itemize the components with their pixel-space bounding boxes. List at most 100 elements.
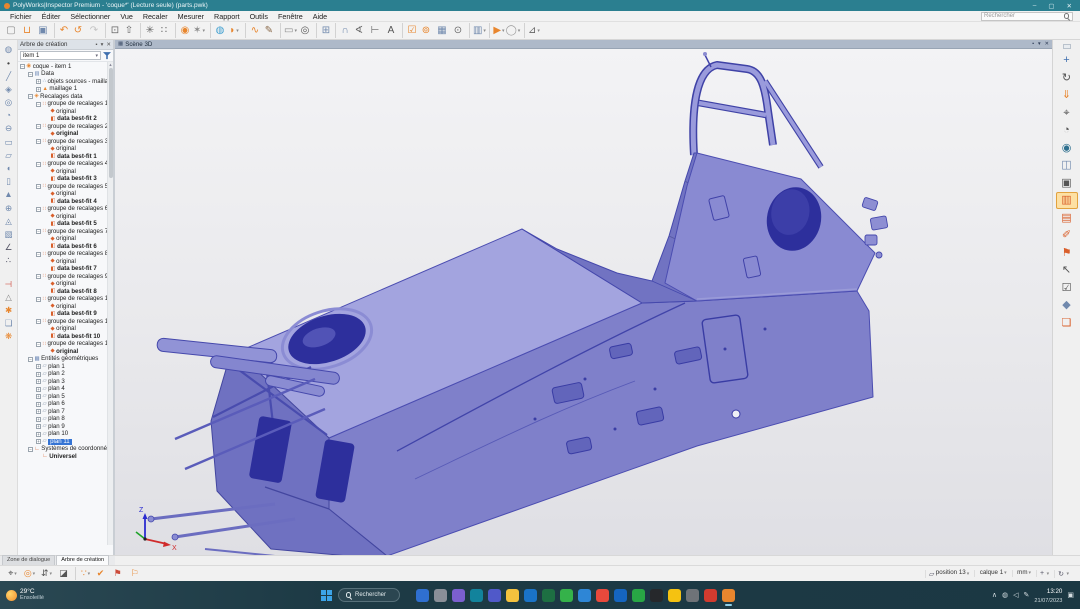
scrollbar-thumb[interactable] xyxy=(109,68,113,178)
app-gray[interactable] xyxy=(434,589,447,602)
refresh-select[interactable]: ↻ xyxy=(1054,570,1072,578)
scan[interactable]: ◗ xyxy=(226,23,242,38)
app-purple[interactable] xyxy=(452,589,465,602)
probe-device[interactable]: ⌖ xyxy=(4,567,21,580)
tree-item[interactable]: ◆ original xyxy=(18,281,113,289)
tab-zone-de-dialogue[interactable]: Zone de dialogue xyxy=(2,555,55,565)
note-edit[interactable]: ❏ xyxy=(1056,315,1078,332)
expand-toggle-icon[interactable]: − xyxy=(28,94,33,99)
units-select[interactable]: mm xyxy=(1012,570,1034,576)
tree-item[interactable]: + ▲ maillage 1 xyxy=(18,86,113,94)
probe[interactable]: ✳ xyxy=(140,23,156,38)
measure-angle[interactable]: ∢ xyxy=(351,23,367,38)
tree-item[interactable]: − ∷ groupe de recalages 8 xyxy=(18,251,113,259)
gear-tool[interactable]: ❋ xyxy=(1,330,16,343)
undo-history[interactable]: ↺ xyxy=(70,23,86,38)
app-edge[interactable] xyxy=(470,589,483,602)
monitor-check[interactable]: ☑ xyxy=(1056,280,1078,297)
airbrush-tool[interactable]: ◎ xyxy=(21,567,38,580)
tree-item[interactable]: ◧ data best-fit 5 xyxy=(18,221,113,229)
menu-editer[interactable]: Éditer xyxy=(37,12,66,21)
menu-mesurer[interactable]: Mesurer xyxy=(173,12,209,21)
new[interactable]: ▢ xyxy=(3,23,19,38)
app-polyworks[interactable] xyxy=(722,589,735,602)
angle-tool[interactable]: △ xyxy=(1,290,16,303)
flag-add[interactable]: ⚑ xyxy=(1056,245,1078,262)
screen-capture[interactable]: ▣ xyxy=(1056,175,1078,192)
tree-item[interactable]: ◧ data best-fit 7 xyxy=(18,266,113,274)
close-button[interactable]: ✕ xyxy=(1067,2,1072,10)
tree-item[interactable]: + ▱ plan 4 xyxy=(18,386,113,394)
menu-recaler[interactable]: Recaler xyxy=(138,12,173,21)
tray-volume[interactable]: ◁ xyxy=(1013,591,1018,599)
tree-item[interactable]: − ∷ groupe de recalages 10 xyxy=(18,296,113,304)
expand-toggle-icon[interactable]: + xyxy=(36,379,41,384)
tree-item[interactable]: − ∷ groupe de recalages 4 xyxy=(18,161,113,169)
tree-item[interactable]: ◆ original xyxy=(18,131,113,139)
scatter-tool[interactable]: ∴ xyxy=(1,254,16,267)
measure-points[interactable]: ∵ xyxy=(75,567,92,580)
import[interactable]: ⇧ xyxy=(121,23,137,38)
tree-item[interactable]: ◧ data best-fit 2 xyxy=(18,116,113,124)
scroll-up-icon[interactable]: ▲ xyxy=(109,62,113,67)
annotation-a[interactable]: A xyxy=(383,23,399,38)
expand-toggle-icon[interactable]: − xyxy=(36,139,41,144)
tree-item[interactable]: − ▤ Data xyxy=(18,71,113,79)
menu-aide[interactable]: Aide xyxy=(308,12,332,21)
tree-item[interactable]: + ▱ plan 7 xyxy=(18,408,113,416)
notification-bell-icon[interactable]: ▣ xyxy=(1067,591,1074,599)
tab-arbre-de-creation[interactable]: Arbre de création xyxy=(56,555,109,565)
expand-toggle-icon[interactable]: − xyxy=(28,447,33,452)
grid-table[interactable]: ▦ xyxy=(434,23,450,38)
surface[interactable]: ∩ xyxy=(335,23,351,38)
snapshot[interactable]: ⊙ xyxy=(450,23,466,38)
tree-item[interactable]: ◧ data best-fit 3 xyxy=(18,176,113,184)
tree-item[interactable]: ◆ original xyxy=(18,191,113,199)
search-input[interactable]: Rechercher xyxy=(981,12,1073,21)
expand-toggle-icon[interactable]: + xyxy=(36,432,41,437)
fit-view[interactable]: ⇓ xyxy=(1056,87,1078,104)
curve[interactable]: ∿ xyxy=(245,23,261,38)
expand-toggle-icon[interactable]: + xyxy=(36,409,41,414)
tree-item[interactable]: + ▱ plan 2 xyxy=(18,371,113,379)
save[interactable]: ▣ xyxy=(35,23,51,38)
app-gray-2[interactable] xyxy=(686,589,699,602)
sphere-tool[interactable]: ◍ xyxy=(1,43,16,56)
expand-toggle-icon[interactable]: − xyxy=(36,319,41,324)
tree-scrollbar[interactable]: ▲ xyxy=(107,62,113,545)
chart[interactable]: ⊿ xyxy=(524,23,540,38)
globe-tool[interactable]: ⊕ xyxy=(1,201,16,214)
cube-views[interactable]: ◫ xyxy=(1056,157,1078,174)
circle-tool[interactable]: ◎ xyxy=(1,96,16,109)
pin-tool[interactable]: ✱ xyxy=(1,304,16,317)
tree-item[interactable]: + ▱ plan 5 xyxy=(18,393,113,401)
app-green[interactable] xyxy=(560,589,573,602)
tray-chevron[interactable]: ∧ xyxy=(992,591,997,599)
app-outlook[interactable] xyxy=(614,589,627,602)
sculpt[interactable]: ◆ xyxy=(1056,297,1078,314)
tree-item[interactable]: − ◉ coque - item 1 xyxy=(18,63,113,71)
tree-item[interactable]: − ▦ Entités géométriques xyxy=(18,356,113,364)
zoom-region[interactable]: ⌖ xyxy=(1056,105,1078,122)
layer-select[interactable]: calque 1 xyxy=(974,570,1009,576)
scene-close-button[interactable]: ✕ xyxy=(1045,41,1049,47)
caliper[interactable]: ⊢ xyxy=(367,23,383,38)
scene-pin-button[interactable]: ▪ xyxy=(1032,41,1034,47)
minimize-button[interactable]: – xyxy=(1033,2,1037,10)
expand-toggle-icon[interactable]: + xyxy=(36,387,41,392)
expand-toggle-icon[interactable]: − xyxy=(36,207,41,212)
undo[interactable]: ↶ xyxy=(54,23,70,38)
tree-item[interactable]: − ∷ groupe de recalages 6 xyxy=(18,206,113,214)
expand-toggle-icon[interactable]: − xyxy=(36,124,41,129)
menu-selectionner[interactable]: Sélectionner xyxy=(65,12,115,21)
arc-tool[interactable]: ◔ xyxy=(1,109,16,122)
tree-item[interactable]: − ∷ groupe de recalages 1 xyxy=(18,101,113,109)
clapper[interactable]: ◪ xyxy=(55,567,72,580)
app-excel[interactable] xyxy=(542,589,555,602)
open[interactable]: ⊔ xyxy=(19,23,35,38)
eye-visibility[interactable]: ◉ xyxy=(1056,140,1078,157)
expand-toggle-icon[interactable]: − xyxy=(36,342,41,347)
clone-tool[interactable]: ❏ xyxy=(1,317,16,330)
position-select[interactable]: ▱ position 13 xyxy=(925,570,972,578)
pointer-select[interactable]: ↖ xyxy=(1056,262,1078,279)
